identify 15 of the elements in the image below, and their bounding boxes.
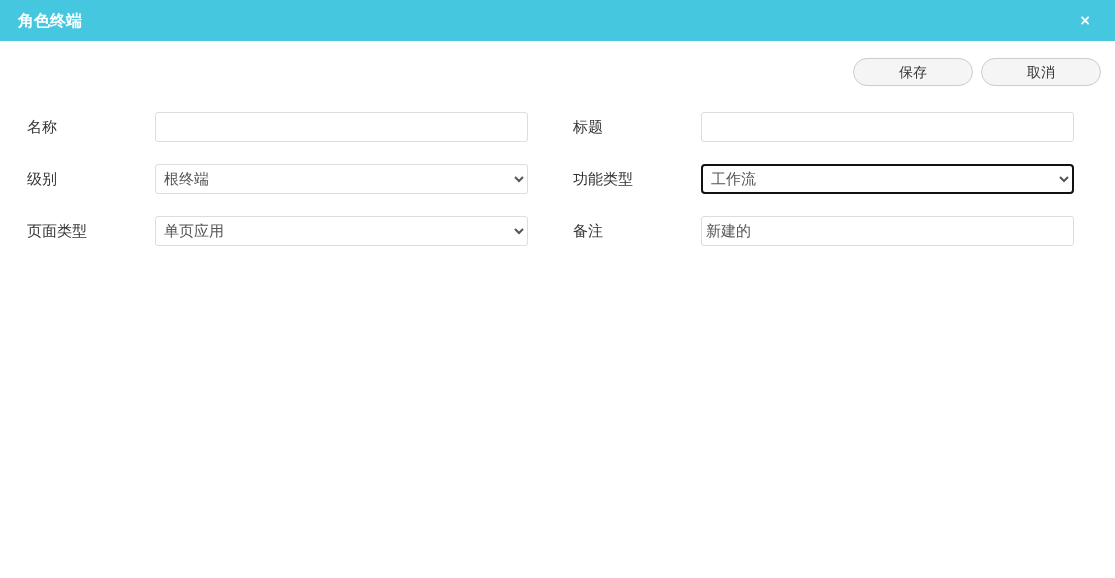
dropdown-field[interactable]: 单页应用 [155, 216, 528, 246]
dropdown-field[interactable]: 工作流 [701, 164, 1074, 194]
action-button[interactable]: 取消 [981, 58, 1101, 86]
field-label: 标题 [573, 116, 604, 138]
field-label: 功能类型 [573, 168, 634, 190]
input-field[interactable]: 新建的 [701, 216, 1074, 246]
dropdown-field[interactable]: 根终端 [155, 164, 528, 194]
field-label: 名称 [27, 116, 58, 138]
window-title: 角色终端 [18, 9, 82, 32]
input-field[interactable] [701, 112, 1074, 142]
input-field[interactable] [155, 112, 528, 142]
field-label: 页面类型 [27, 220, 88, 242]
action-button[interactable]: 保存 [853, 58, 973, 86]
field-label: 级别 [27, 168, 58, 190]
field-label: 备注 [573, 220, 604, 242]
